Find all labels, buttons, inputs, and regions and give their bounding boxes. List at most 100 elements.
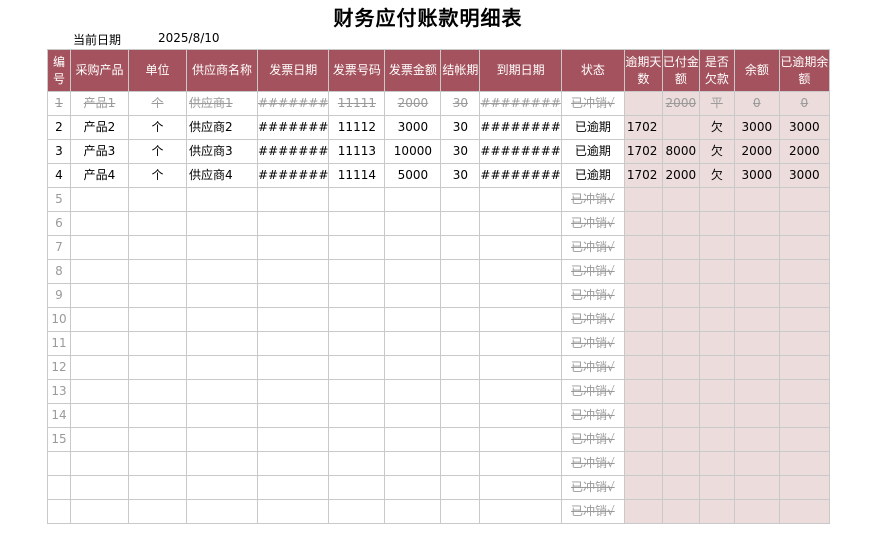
cell-invoice-amount[interactable] bbox=[384, 235, 442, 260]
cell-no[interactable]: 13 bbox=[47, 379, 71, 404]
cell-no[interactable]: 11 bbox=[47, 331, 71, 356]
cell-invoice-amount[interactable] bbox=[384, 331, 442, 356]
cell-product[interactable] bbox=[70, 499, 129, 524]
cell-balance[interactable] bbox=[733, 451, 780, 476]
cell-paid-amount[interactable] bbox=[661, 451, 700, 476]
header-status[interactable]: 状态 bbox=[560, 49, 625, 92]
cell-invoice-no[interactable] bbox=[328, 283, 386, 308]
cell-balance[interactable] bbox=[733, 403, 780, 428]
cell-overdue-days[interactable] bbox=[623, 403, 663, 428]
cell-invoice-date[interactable] bbox=[256, 355, 330, 380]
cell-due-date[interactable] bbox=[479, 403, 562, 428]
cell-invoice-date[interactable] bbox=[256, 187, 330, 212]
cell-owed[interactable] bbox=[698, 403, 735, 428]
cell-balance[interactable] bbox=[733, 331, 780, 356]
cell-supplier[interactable] bbox=[186, 283, 258, 308]
cell-paid-amount[interactable] bbox=[661, 283, 700, 308]
cell-status[interactable]: 已冲销√ bbox=[560, 91, 625, 116]
cell-invoice-amount[interactable] bbox=[384, 475, 442, 500]
cell-supplier[interactable]: 供应商4 bbox=[186, 163, 258, 188]
header-no[interactable]: 编号 bbox=[47, 49, 71, 92]
cell-overdue-balance[interactable] bbox=[778, 331, 830, 356]
cell-due-date[interactable] bbox=[479, 187, 562, 212]
cell-supplier[interactable] bbox=[186, 211, 258, 236]
cell-paid-amount[interactable] bbox=[661, 427, 700, 452]
cell-product[interactable] bbox=[70, 211, 129, 236]
cell-supplier[interactable] bbox=[186, 259, 258, 284]
cell-overdue-balance[interactable] bbox=[778, 451, 830, 476]
cell-invoice-amount[interactable] bbox=[384, 283, 442, 308]
cell-no[interactable] bbox=[47, 451, 71, 476]
cell-supplier[interactable] bbox=[186, 331, 258, 356]
cell-no[interactable]: 5 bbox=[47, 187, 71, 212]
cell-overdue-balance[interactable] bbox=[778, 307, 830, 332]
cell-term[interactable] bbox=[440, 259, 481, 284]
cell-due-date[interactable] bbox=[479, 499, 562, 524]
cell-paid-amount[interactable] bbox=[661, 259, 700, 284]
cell-invoice-amount[interactable] bbox=[384, 187, 442, 212]
cell-status[interactable]: 已冲销√ bbox=[560, 331, 625, 356]
cell-unit[interactable] bbox=[128, 355, 187, 380]
cell-paid-amount[interactable] bbox=[661, 403, 700, 428]
cell-overdue-balance[interactable]: 2000 bbox=[778, 139, 830, 164]
cell-overdue-days[interactable] bbox=[623, 331, 663, 356]
cell-overdue-balance[interactable] bbox=[778, 499, 830, 524]
header-paid-amount[interactable]: 已付金额 bbox=[661, 49, 700, 92]
cell-invoice-no[interactable] bbox=[328, 259, 386, 284]
cell-invoice-date[interactable] bbox=[256, 259, 330, 284]
cell-product[interactable] bbox=[70, 307, 129, 332]
cell-invoice-date[interactable]: ####### bbox=[256, 115, 330, 140]
cell-owed[interactable]: 欠 bbox=[698, 115, 735, 140]
cell-overdue-balance[interactable]: 0 bbox=[778, 91, 830, 116]
header-owed[interactable]: 是否欠款 bbox=[698, 49, 735, 92]
cell-unit[interactable]: 个 bbox=[128, 163, 187, 188]
header-unit[interactable]: 单位 bbox=[128, 49, 187, 92]
cell-term[interactable]: 30 bbox=[440, 139, 481, 164]
cell-owed[interactable] bbox=[698, 355, 735, 380]
cell-term[interactable] bbox=[440, 499, 481, 524]
cell-product[interactable] bbox=[70, 187, 129, 212]
cell-status[interactable]: 已冲销√ bbox=[560, 499, 625, 524]
cell-product[interactable] bbox=[70, 379, 129, 404]
cell-due-date[interactable]: ######## bbox=[479, 115, 562, 140]
cell-owed[interactable]: 平 bbox=[698, 91, 735, 116]
cell-supplier[interactable] bbox=[186, 499, 258, 524]
cell-invoice-amount[interactable]: 2000 bbox=[384, 91, 442, 116]
cell-invoice-date[interactable] bbox=[256, 427, 330, 452]
cell-overdue-days[interactable] bbox=[623, 307, 663, 332]
cell-unit[interactable] bbox=[128, 427, 187, 452]
cell-term[interactable] bbox=[440, 307, 481, 332]
cell-product[interactable] bbox=[70, 283, 129, 308]
cell-status[interactable]: 已冲销√ bbox=[560, 283, 625, 308]
cell-unit[interactable]: 个 bbox=[128, 115, 187, 140]
cell-unit[interactable] bbox=[128, 499, 187, 524]
cell-term[interactable] bbox=[440, 403, 481, 428]
cell-status[interactable]: 已逾期 bbox=[560, 115, 625, 140]
cell-paid-amount[interactable] bbox=[661, 211, 700, 236]
cell-paid-amount[interactable] bbox=[661, 379, 700, 404]
cell-paid-amount[interactable] bbox=[661, 475, 700, 500]
cell-balance[interactable]: 2000 bbox=[733, 139, 780, 164]
cell-balance[interactable] bbox=[733, 235, 780, 260]
cell-unit[interactable] bbox=[128, 307, 187, 332]
cell-owed[interactable] bbox=[698, 211, 735, 236]
cell-no[interactable]: 14 bbox=[47, 403, 71, 428]
cell-invoice-amount[interactable] bbox=[384, 211, 442, 236]
cell-no[interactable] bbox=[47, 475, 71, 500]
cell-no[interactable]: 1 bbox=[47, 91, 71, 116]
cell-invoice-no[interactable] bbox=[328, 235, 386, 260]
cell-unit[interactable] bbox=[128, 379, 187, 404]
cell-due-date[interactable] bbox=[479, 307, 562, 332]
cell-invoice-no[interactable]: 11112 bbox=[328, 115, 386, 140]
cell-no[interactable]: 10 bbox=[47, 307, 71, 332]
cell-term[interactable] bbox=[440, 355, 481, 380]
cell-invoice-amount[interactable] bbox=[384, 355, 442, 380]
header-product[interactable]: 采购产品 bbox=[70, 49, 129, 92]
cell-invoice-amount[interactable]: 3000 bbox=[384, 115, 442, 140]
cell-supplier[interactable] bbox=[186, 403, 258, 428]
cell-due-date[interactable] bbox=[479, 451, 562, 476]
cell-overdue-days[interactable] bbox=[623, 379, 663, 404]
cell-paid-amount[interactable]: 2000 bbox=[661, 91, 700, 116]
cell-overdue-days[interactable]: 1702 bbox=[623, 115, 663, 140]
cell-owed[interactable] bbox=[698, 331, 735, 356]
